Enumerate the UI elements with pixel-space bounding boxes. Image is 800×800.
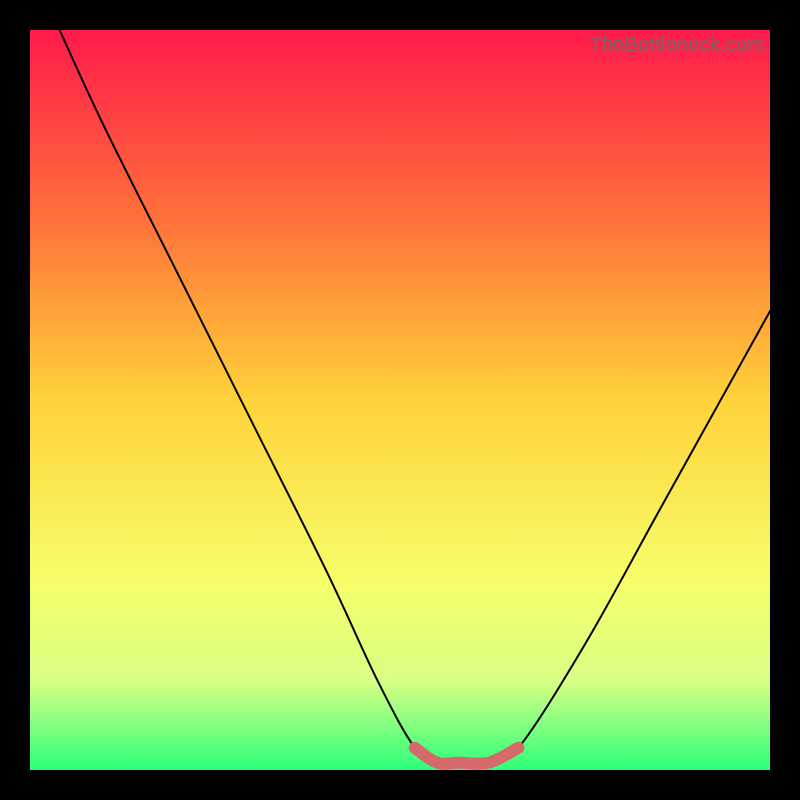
chart-frame: TheBottleneck.com bbox=[30, 30, 770, 770]
watermark-text: TheBottleneck.com bbox=[589, 34, 764, 57]
bottleneck-curve bbox=[30, 30, 770, 770]
